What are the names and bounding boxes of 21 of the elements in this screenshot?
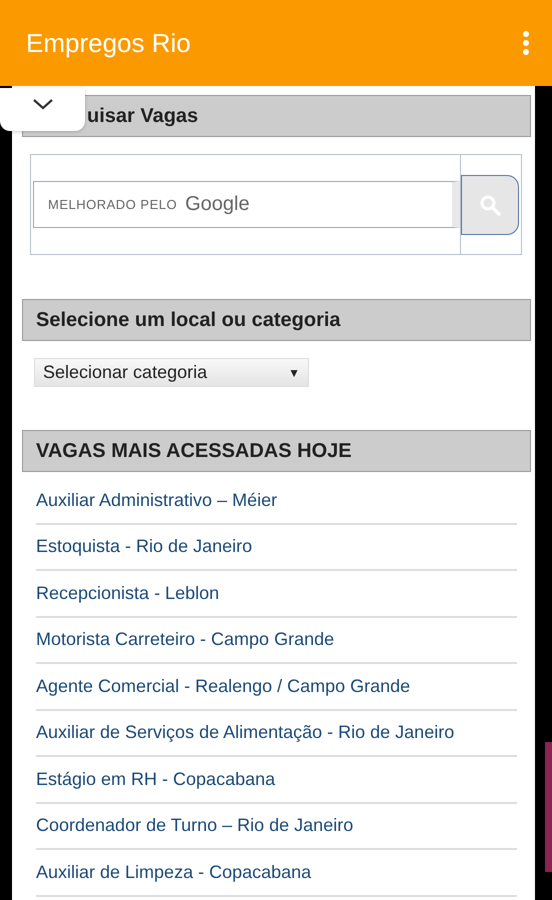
search-button[interactable] <box>461 174 519 234</box>
job-link[interactable]: Estoquista - Rio de Janeiro <box>36 536 252 558</box>
app-title: Empregos Rio <box>26 28 191 58</box>
collapse-tab[interactable] <box>0 88 85 131</box>
category-dropdown[interactable]: Selecionar categoria ▼ <box>34 358 309 387</box>
job-link[interactable]: Auxiliar Administrativo – Méier <box>36 490 278 511</box>
heading-text: Selecione um local ou categoria <box>36 308 341 332</box>
job-link[interactable]: Recepcionista - Leblon <box>36 582 220 604</box>
heading-text: uisar Vagas <box>87 104 198 128</box>
job-link[interactable]: Auxiliar de Serviços de Alimentação - Rio de Janeiro <box>36 722 454 744</box>
job-link[interactable]: Estágio em RH - Copacabana <box>36 768 276 790</box>
job-link[interactable]: Coordenador de Turno – Rio de Janeiro <box>36 815 354 836</box>
chevron-down-icon <box>32 98 54 110</box>
job-link[interactable]: Motorista Carreteiro - Campo Grande <box>36 629 334 650</box>
heading-text: VAGAS MAIS ACESSADAS HOJE <box>36 440 352 462</box>
more-options-icon[interactable] <box>522 30 530 56</box>
job-link[interactable]: Agente Comercial - Realengo / Campo Grande <box>36 676 410 697</box>
placeholder-brand: Google <box>185 193 250 216</box>
search-icon <box>479 194 501 216</box>
placeholder-text: MELHORADO PELO <box>48 197 178 212</box>
job-link[interactable]: Auxiliar de Limpeza - Copacabana <box>36 862 312 883</box>
